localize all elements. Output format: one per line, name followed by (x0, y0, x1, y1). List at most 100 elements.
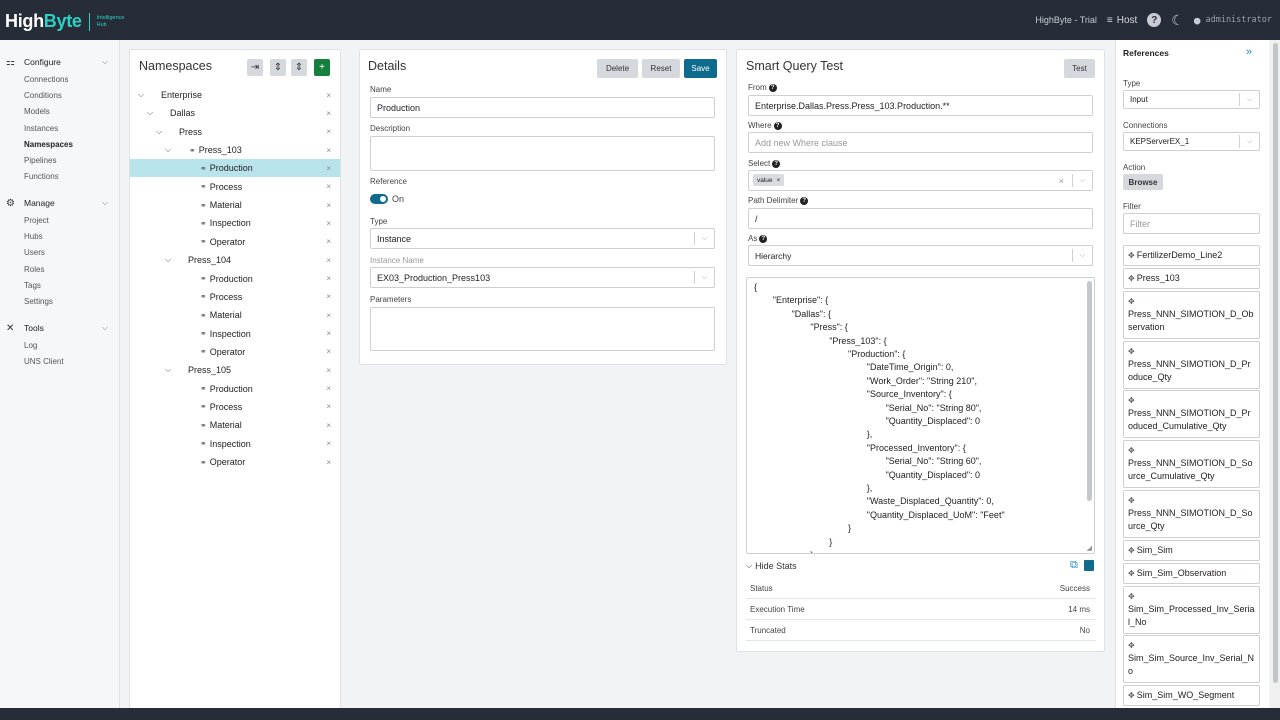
tree-node[interactable]: ⌵ Press_104 × (130, 251, 340, 269)
open-external-icon[interactable]: ⧉ (1070, 559, 1078, 572)
reference-item[interactable]: ✥ Press_NNN_SIMOTION_D_Observation (1123, 290, 1260, 339)
where-input[interactable]: Add new Where clause (748, 132, 1093, 153)
dark-mode-icon[interactable]: ☾ (1171, 12, 1184, 29)
add-node-button[interactable]: + (314, 59, 330, 76)
remove-node-icon[interactable]: × (326, 402, 331, 411)
ref-type-select[interactable]: Input ⌵ (1123, 90, 1260, 109)
remove-node-icon[interactable]: × (326, 274, 331, 283)
tree-node[interactable]: ⚭ Production × (130, 159, 340, 178)
name-input[interactable]: Production (370, 97, 715, 118)
nav-group-configure[interactable]: ⚏ Configure ⌵ (0, 54, 118, 70)
scrollbar-thumb[interactable] (1273, 43, 1278, 683)
remove-node-icon[interactable]: × (326, 329, 331, 338)
collapse-all-button[interactable]: ⇕ (291, 59, 307, 76)
tree-node[interactable]: ⚭ Material × (130, 196, 340, 214)
tree-node[interactable]: ⚭ Process × (130, 178, 340, 196)
reference-item[interactable]: ✥ Press_103 (1123, 267, 1260, 289)
nav-group-tools[interactable]: ✕ Tools ⌵ (0, 320, 118, 336)
help-icon[interactable]: ? (772, 159, 781, 168)
nav-item-log[interactable]: Log (24, 339, 37, 353)
chevron-down-icon[interactable]: ⌵ (147, 108, 153, 118)
tree-node[interactable]: ⚭ Inspection × (130, 435, 340, 453)
chevron-down-icon[interactable]: ⌵ (156, 127, 162, 137)
drag-handle-icon[interactable]: ✥ (1128, 297, 1135, 306)
tree-node[interactable]: ⚭ Process × (130, 288, 340, 306)
nav-item-hubs[interactable]: Hubs (24, 230, 43, 244)
reference-item[interactable]: ✥ FertilizerDemo_Line2 (1123, 245, 1260, 266)
chevron-down-icon[interactable]: ⌵ (165, 255, 171, 265)
user-menu[interactable]: ● administrator (1194, 14, 1272, 27)
clear-icon[interactable]: × (1059, 176, 1064, 186)
delete-button[interactable]: Delete (597, 59, 638, 78)
remove-node-icon[interactable]: × (326, 439, 331, 448)
nav-item-conditions[interactable]: Conditions (24, 89, 62, 103)
help-icon[interactable]: ? (800, 196, 809, 205)
browse-button[interactable]: Browse (1123, 174, 1163, 190)
hide-stats-toggle[interactable]: ⌵ Hide Stats (746, 561, 797, 571)
nav-item-functions[interactable]: Functions (24, 170, 59, 184)
nav-item-tags[interactable]: Tags (24, 279, 41, 293)
remove-chip-icon[interactable]: × (777, 177, 781, 184)
tree-node[interactable]: ⚭ Material × (130, 416, 340, 434)
nav-item-uns-client[interactable]: UNS Client (24, 355, 64, 369)
remove-node-icon[interactable]: × (326, 109, 331, 118)
tree-node[interactable]: ⚭ Operator × (130, 233, 340, 251)
tree-node[interactable]: ⌵ ⚭ Press_103 × (130, 141, 340, 159)
ref-connections-select[interactable]: KEPServerEX_1 ⌵ (1123, 132, 1260, 151)
remove-node-icon[interactable]: × (326, 421, 331, 430)
select-input[interactable]: ⌵ × (748, 170, 1093, 191)
import-button[interactable]: ⇥ (247, 59, 263, 76)
reference-item[interactable]: ✥ Press_NNN_SIMOTION_D_Produced_Cumulativ… (1123, 390, 1260, 439)
nav-item-roles[interactable]: Roles (24, 263, 44, 277)
reference-item[interactable]: ✥ Sim_Sim_WO_Segment (1123, 685, 1260, 707)
tree-node[interactable]: ⚭ Material × (130, 306, 340, 324)
type-select[interactable]: Instance ⌵ (370, 228, 715, 249)
help-icon[interactable]: ? (1147, 13, 1162, 27)
drag-handle-icon[interactable]: ✥ (1128, 691, 1135, 700)
tree-node[interactable]: ⌵ Press × (130, 123, 340, 141)
remove-node-icon[interactable]: × (326, 458, 331, 467)
page-scrollbar[interactable] (1271, 40, 1280, 708)
remove-node-icon[interactable]: × (326, 256, 331, 265)
remove-node-icon[interactable]: × (326, 292, 331, 301)
tree-node[interactable]: ⚭ Process × (130, 398, 340, 416)
reference-item[interactable]: ✥ Press_NNN_SIMOTION_D_Source_Qty (1123, 490, 1260, 538)
tree-node[interactable]: ⚭ Operator × (130, 343, 340, 361)
query-result-output[interactable]: {"Enterprise": {"Dallas": {"Press": {"Pr… (746, 277, 1095, 554)
host-menu[interactable]: ≡ Host (1107, 15, 1137, 26)
resize-handle-icon[interactable]: ◢ (1087, 544, 1092, 552)
tree-node[interactable]: ⌵ Dallas × (130, 104, 340, 122)
remove-node-icon[interactable]: × (326, 201, 331, 210)
drag-handle-icon[interactable]: ✥ (1128, 546, 1135, 555)
reference-item[interactable]: ✥ Press_NNN_SIMOTION_D_Source_Cumulative_… (1123, 440, 1260, 489)
reference-item[interactable]: ✥ Press_NNN_SIMOTION_D_Produce_Qty (1123, 340, 1260, 389)
help-icon[interactable]: ? (768, 83, 777, 92)
nav-item-settings[interactable]: Settings (24, 295, 53, 309)
chevron-down-icon[interactable]: ⌵ (165, 365, 171, 375)
copy-icon[interactable] (1084, 560, 1094, 571)
nav-item-users[interactable]: Users (24, 246, 45, 260)
drag-handle-icon[interactable]: ✥ (1128, 641, 1135, 650)
tree-node[interactable]: ⚭ Operator × (130, 453, 340, 471)
help-icon[interactable]: ? (759, 234, 768, 243)
reset-button[interactable]: Reset (642, 59, 680, 78)
chevron-down-icon[interactable]: ⌵ (165, 145, 171, 155)
drag-handle-icon[interactable]: ✥ (1128, 592, 1135, 601)
drag-handle-icon[interactable]: ✥ (1128, 347, 1135, 356)
tree-node[interactable]: ⌵ Press_105 × (130, 361, 340, 379)
nav-item-connections[interactable]: Connections (24, 73, 68, 87)
path-delimiter-input[interactable]: / (748, 208, 1093, 229)
tree-node[interactable]: ⚭ Production × (130, 380, 340, 398)
drag-handle-icon[interactable]: ✥ (1128, 396, 1135, 405)
nav-item-project[interactable]: Project (24, 214, 49, 228)
result-scrollbar[interactable] (1087, 281, 1092, 501)
remove-node-icon[interactable]: × (326, 237, 331, 246)
remove-node-icon[interactable]: × (326, 384, 331, 393)
chevron-down-icon[interactable]: ⌵ (138, 90, 144, 100)
select-chip[interactable]: value × (753, 174, 785, 186)
drag-handle-icon[interactable]: ✥ (1128, 569, 1135, 578)
remove-node-icon[interactable]: × (326, 219, 331, 228)
reference-item[interactable]: ✥ Sim_Sim_Source_Inv_Serial_No (1123, 635, 1260, 684)
description-input[interactable] (370, 136, 715, 171)
drag-handle-icon[interactable]: ✥ (1128, 251, 1135, 260)
